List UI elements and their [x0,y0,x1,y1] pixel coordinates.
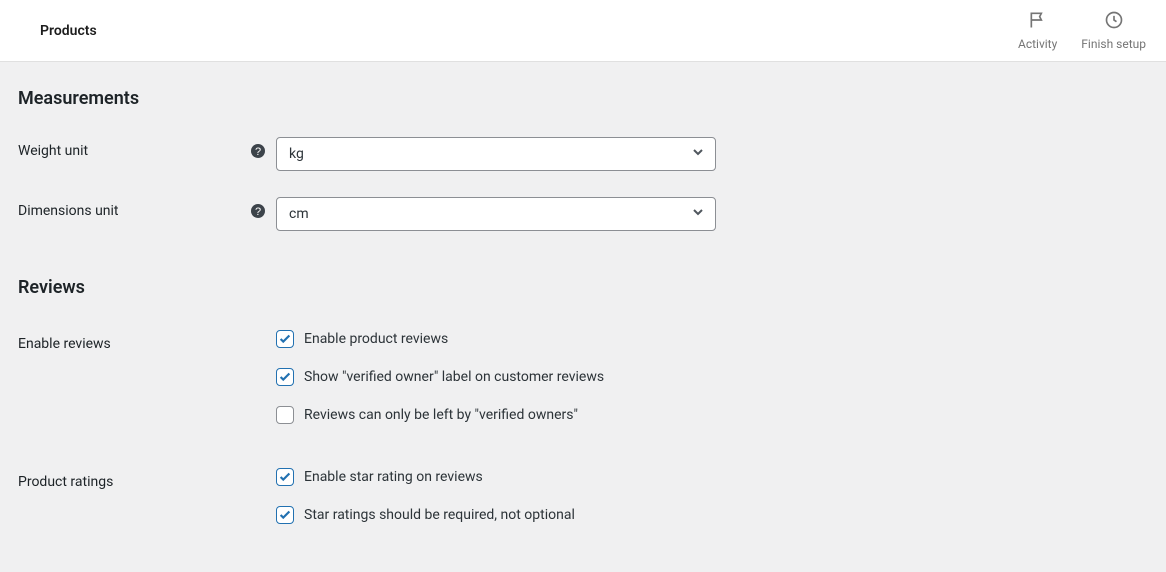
star-rating-required-row: Star ratings should be required, not opt… [276,506,1148,524]
weight-unit-select[interactable]: kg [276,137,716,171]
enable-star-rating-row: Enable star rating on reviews [276,468,1148,486]
dimensions-unit-row: Dimensions unit ? cm [18,197,1148,231]
weight-unit-control: kg [276,137,1148,171]
star-rating-required-checkbox[interactable] [276,506,294,524]
verified-owners-only-checkbox[interactable] [276,406,294,424]
dimensions-unit-value: cm [289,206,309,222]
enable-reviews-controls: Enable product reviews Show "verified ow… [276,330,1148,424]
verified-owner-label-checkbox[interactable] [276,368,294,386]
dimensions-unit-select-wrap: cm [276,197,716,231]
enable-reviews-row: Enable reviews Enable product reviews Sh… [18,330,1148,424]
verified-owner-label-row: Show "verified owner" label on customer … [276,368,1148,386]
product-ratings-label: Product ratings [18,474,113,490]
enable-reviews-label: Enable reviews [18,336,111,352]
settings-content: Measurements Weight unit ? kg Dimensions… [0,62,1166,572]
page-title: Products [40,23,97,39]
activity-button[interactable]: Activity [1018,10,1057,51]
help-icon[interactable]: ? [250,203,266,219]
activity-label: Activity [1018,37,1057,51]
enable-star-rating-label: Enable star rating on reviews [304,469,483,485]
enable-product-reviews-label: Enable product reviews [304,331,448,347]
dimensions-unit-label: Dimensions unit [18,203,119,219]
svg-text:?: ? [255,146,261,158]
product-ratings-controls: Enable star rating on reviews Star ratin… [276,468,1148,524]
topbar-actions: Activity Finish setup [1018,10,1146,51]
dimensions-unit-select[interactable]: cm [276,197,716,231]
verified-owners-only-row: Reviews can only be left by "verified ow… [276,406,1148,424]
enable-product-reviews-row: Enable product reviews [276,330,1148,348]
help-icon[interactable]: ? [250,143,266,159]
weight-unit-row: Weight unit ? kg [18,137,1148,171]
product-ratings-row: Product ratings Enable star rating on re… [18,468,1148,524]
weight-unit-label-col: Weight unit ? [18,137,276,159]
weight-unit-label: Weight unit [18,143,88,159]
verified-owners-only-label: Reviews can only be left by "verified ow… [304,407,578,423]
topbar: Products Activity Finish setup [0,0,1166,62]
dimensions-unit-label-col: Dimensions unit ? [18,197,276,219]
star-rating-required-label: Star ratings should be required, not opt… [304,507,575,523]
product-ratings-label-col: Product ratings [18,468,276,490]
enable-star-rating-checkbox[interactable] [276,468,294,486]
weight-unit-value: kg [289,146,304,162]
svg-text:?: ? [255,206,261,218]
finish-setup-button[interactable]: Finish setup [1081,10,1146,51]
measurements-heading: Measurements [18,88,1148,109]
dimensions-unit-control: cm [276,197,1148,231]
enable-product-reviews-checkbox[interactable] [276,330,294,348]
finish-setup-label: Finish setup [1081,37,1146,51]
flag-icon [1028,10,1048,33]
reviews-heading: Reviews [18,277,1148,298]
weight-unit-select-wrap: kg [276,137,716,171]
clock-icon [1104,10,1124,33]
verified-owner-label-text: Show "verified owner" label on customer … [304,369,604,385]
enable-reviews-label-col: Enable reviews [18,330,276,352]
